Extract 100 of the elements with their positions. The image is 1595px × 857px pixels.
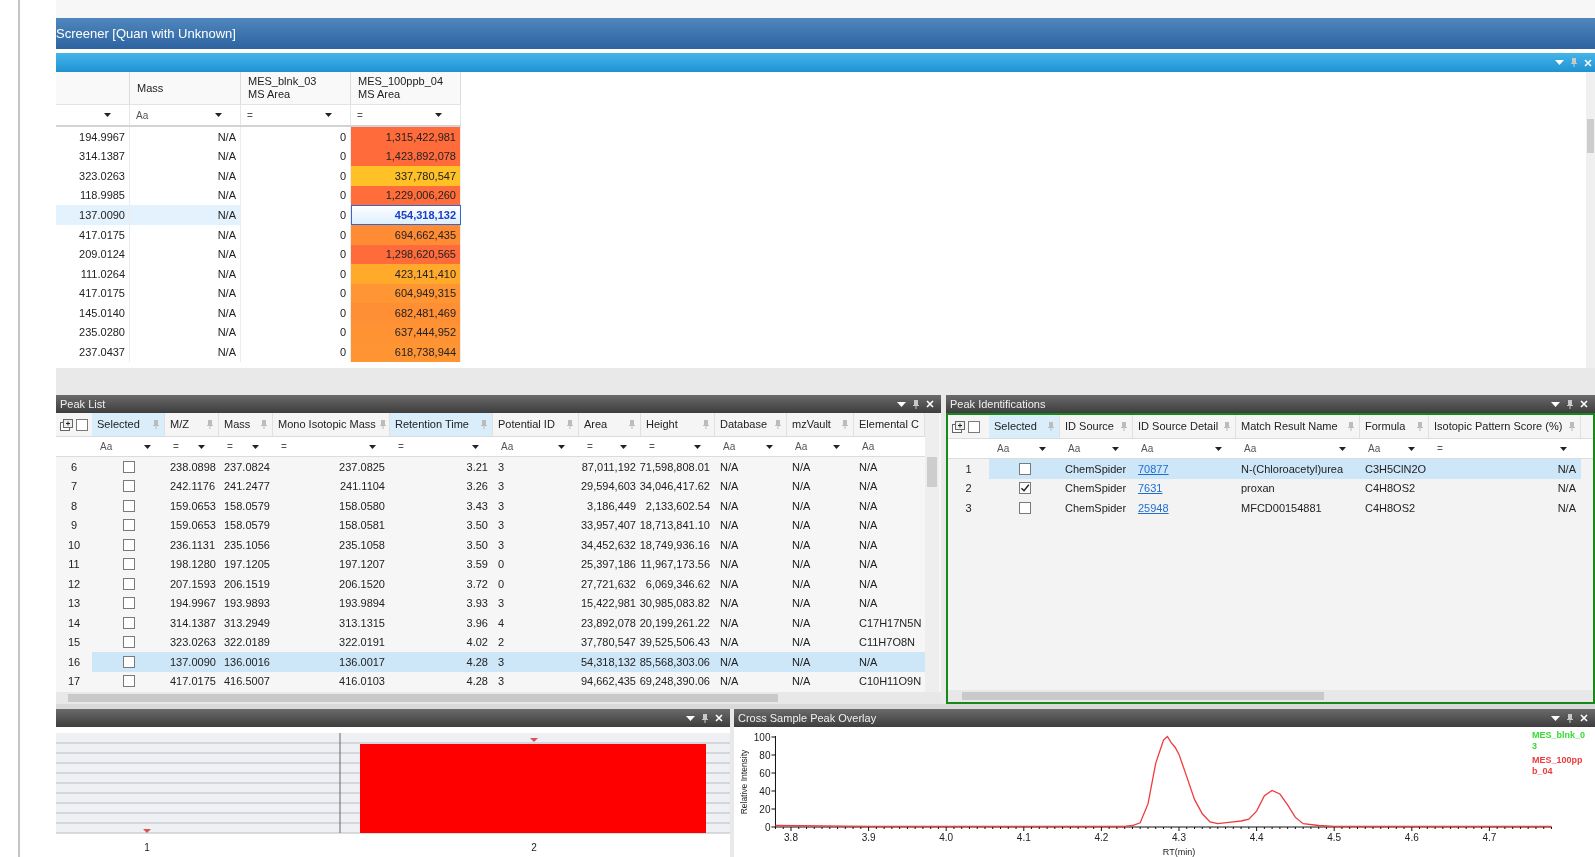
scrollbar[interactable] <box>1586 72 1595 368</box>
caret-icon[interactable] <box>435 113 442 117</box>
filter-cell[interactable]: Aa <box>92 437 165 456</box>
column-chooser-icon[interactable] <box>952 420 965 433</box>
caret-icon[interactable] <box>620 444 627 449</box>
column-chooser-icon[interactable] <box>60 418 73 431</box>
checkbox[interactable] <box>122 597 135 610</box>
dropdown-icon[interactable] <box>686 715 695 721</box>
checkbox[interactable] <box>122 480 135 493</box>
caret-icon[interactable] <box>1039 446 1046 451</box>
checkbox[interactable] <box>122 460 135 473</box>
filter-cell[interactable]: = <box>351 105 461 125</box>
column-header[interactable]: M/Z <box>165 413 219 436</box>
column-header[interactable]: ID Source <box>1060 415 1133 438</box>
scrollbar-thumb[interactable] <box>962 692 1324 700</box>
caret-icon[interactable] <box>472 444 479 449</box>
dropdown-icon[interactable] <box>897 401 906 407</box>
caret-icon[interactable] <box>104 113 111 117</box>
filter-cell[interactable]: = <box>241 105 351 125</box>
scrollbar[interactable] <box>948 690 1593 702</box>
checkbox[interactable] <box>122 499 135 512</box>
filter-cell[interactable]: = <box>641 437 715 456</box>
pin-icon[interactable] <box>1567 399 1573 409</box>
scrollbar[interactable] <box>925 413 939 692</box>
table-cell-text: 3 <box>497 596 506 611</box>
filter-cell[interactable]: Aa <box>989 439 1060 458</box>
column-header[interactable]: ID Source Detail <box>1133 415 1236 438</box>
dropdown-icon[interactable] <box>1551 401 1560 407</box>
filter-cell[interactable]: Aa <box>1133 439 1236 458</box>
checkbox[interactable] <box>122 616 135 629</box>
caret-icon[interactable] <box>325 113 332 117</box>
caret-icon[interactable] <box>766 444 773 449</box>
column-header[interactable]: Mass <box>130 72 241 104</box>
close-icon[interactable] <box>715 714 723 722</box>
caret-icon[interactable] <box>1339 446 1346 451</box>
caret-icon[interactable] <box>144 444 151 449</box>
column-header[interactable]: mzVault <box>787 413 854 436</box>
column-header[interactable]: Mass <box>219 413 273 436</box>
checkbox[interactable] <box>122 538 135 551</box>
checkbox[interactable] <box>968 420 980 433</box>
filter-cell[interactable]: = <box>165 437 219 456</box>
caret-icon[interactable] <box>694 444 701 449</box>
close-icon[interactable] <box>1580 714 1588 722</box>
checkbox[interactable] <box>1018 462 1031 475</box>
column-header[interactable]: Database <box>715 413 787 436</box>
column-header[interactable]: Isotopic Pattern Score (%) <box>1429 415 1581 438</box>
column-header[interactable]: Match Result Name <box>1236 415 1360 438</box>
checkbox[interactable] <box>122 655 135 668</box>
filter-cell[interactable]: = <box>219 437 273 456</box>
filter-cell[interactable]: = <box>390 437 493 456</box>
checkbox[interactable] <box>122 558 135 571</box>
checkbox[interactable] <box>1018 482 1031 495</box>
dropdown-icon[interactable] <box>1551 715 1560 721</box>
filter-cell[interactable]: Aa <box>1236 439 1360 458</box>
filter-cell[interactable]: Aa <box>715 437 787 456</box>
filter-cell[interactable]: Aa <box>493 437 579 456</box>
link[interactable]: 7631 <box>1138 480 1163 497</box>
caret-icon[interactable] <box>252 444 259 449</box>
caret-icon[interactable] <box>369 444 376 449</box>
caret-icon[interactable] <box>198 444 205 449</box>
column-header[interactable]: MES_100ppb_04 MS Area <box>351 72 461 104</box>
filter-cell[interactable]: = <box>273 437 390 456</box>
column-header[interactable]: Formula <box>1360 415 1429 438</box>
column-header[interactable]: MES_blnk_03 MS Area <box>241 72 351 104</box>
checkbox[interactable] <box>122 519 135 532</box>
checkbox[interactable] <box>122 636 135 649</box>
column-header[interactable]: Area <box>579 413 641 436</box>
caret-icon[interactable] <box>1408 446 1415 451</box>
link[interactable]: 25948 <box>1138 499 1169 516</box>
pin-icon[interactable] <box>702 713 708 723</box>
column-header[interactable]: Selected <box>989 415 1060 438</box>
checkbox[interactable] <box>122 577 135 590</box>
column-header[interactable]: Selected <box>92 413 165 436</box>
scrollbar-thumb[interactable] <box>927 457 937 487</box>
caret-icon[interactable] <box>833 444 840 449</box>
column-header[interactable]: Potential ID <box>493 413 579 436</box>
close-icon[interactable] <box>1580 400 1588 408</box>
filter-cell[interactable]: Aa <box>1060 439 1133 458</box>
caret-icon[interactable] <box>215 113 222 117</box>
pin-icon[interactable] <box>1567 713 1573 723</box>
filter-cell[interactable]: = <box>1429 439 1581 458</box>
checkbox[interactable] <box>122 675 135 688</box>
filter-cell[interactable]: Aa <box>1360 439 1429 458</box>
scrollbar-thumb[interactable] <box>68 694 778 702</box>
column-header[interactable]: Height <box>641 413 715 436</box>
filter-cell[interactable]: = <box>579 437 641 456</box>
checkbox[interactable] <box>76 418 88 431</box>
caret-icon[interactable] <box>1560 446 1567 451</box>
close-icon[interactable] <box>926 400 934 408</box>
filter-cell[interactable]: Aa <box>130 105 241 125</box>
checkbox[interactable] <box>1018 501 1031 514</box>
column-header[interactable]: Retention Time <box>390 413 493 436</box>
caret-icon[interactable] <box>1215 446 1222 451</box>
filter-cell[interactable]: Aa <box>787 437 854 456</box>
scrollbar-thumb[interactable] <box>1587 119 1594 153</box>
caret-icon[interactable] <box>1112 446 1119 451</box>
filter-cell[interactable]: Aa <box>854 437 925 456</box>
scrollbar[interactable] <box>56 692 941 704</box>
caret-icon[interactable] <box>558 444 565 449</box>
pin-icon[interactable] <box>913 399 919 409</box>
